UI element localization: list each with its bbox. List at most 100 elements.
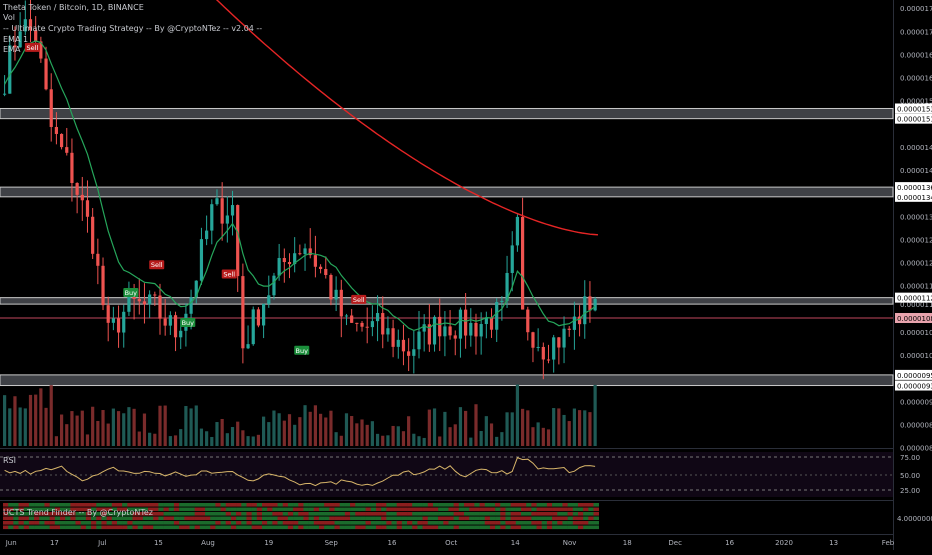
ucts-cell — [148, 525, 154, 530]
ucts-cell — [236, 503, 242, 507]
ucts-cell — [593, 503, 599, 507]
ucts-cell — [521, 516, 527, 521]
time-tick-label: 14 — [511, 539, 520, 547]
ucts-cell — [500, 525, 506, 530]
ucts-cell — [479, 521, 486, 525]
candle-body — [474, 322, 478, 337]
ucts-cell — [39, 525, 45, 530]
signal-sell-marker[interactable]: Sell — [221, 269, 237, 279]
candle-body — [386, 328, 390, 335]
ucts-cell — [13, 503, 19, 507]
price-tick-label: 0.00001000 — [900, 352, 932, 360]
volume-bar — [34, 394, 38, 446]
ucts-cell — [370, 525, 377, 530]
ucts-cell — [546, 507, 553, 512]
symbol-title: Theta Token / Bitcoin, 1D, BINANCE — [3, 3, 144, 12]
candle-body — [458, 309, 463, 339]
ucts-cell — [256, 516, 263, 521]
signal-sell-marker[interactable]: Sell — [351, 294, 367, 304]
ucts-cell — [572, 516, 579, 521]
ucts-cell — [453, 525, 460, 530]
volume-bar — [173, 435, 178, 446]
strategy-legend: -- Ultimate Crypto Trading Strategy -- B… — [3, 24, 263, 33]
volume-bar — [215, 422, 219, 446]
ucts-cell — [267, 516, 273, 521]
volume-bar — [303, 405, 307, 446]
volume-bar — [246, 436, 250, 446]
ucts-cell — [541, 507, 548, 512]
ucts-cell — [173, 516, 180, 521]
signal-sell-label: Sell — [151, 261, 163, 269]
candle-body — [381, 313, 385, 335]
chart-window[interactable]: SellBuySellBuySellBuySell0.000017500.000… — [0, 0, 932, 550]
ucts-cell — [386, 507, 392, 512]
ucts-cell — [236, 521, 242, 525]
ucts-cell — [593, 507, 599, 512]
ucts-cell — [557, 503, 563, 507]
ucts-cell — [567, 516, 574, 521]
ucts-cell — [432, 503, 439, 507]
ucts-cell — [80, 503, 87, 507]
ucts-cell — [318, 516, 325, 521]
ucts-cell — [241, 521, 247, 525]
ucts-cell — [308, 512, 315, 516]
candle-body — [49, 89, 53, 127]
price-tick-label: 0.00001150 — [900, 283, 932, 291]
trading-chart[interactable]: SellBuySellBuySellBuySell0.000017500.000… — [0, 0, 932, 550]
volume-bar — [375, 433, 380, 446]
signal-sell-marker[interactable]: Sell — [24, 42, 40, 52]
candle-body — [562, 328, 566, 348]
time-tick-label: 2020 — [775, 539, 793, 547]
candle-body — [375, 313, 380, 322]
ucts-cell — [49, 516, 56, 521]
ucts-cell — [370, 521, 377, 525]
ucts-cell — [8, 503, 14, 507]
ucts-cell — [375, 512, 382, 516]
ucts-cell — [75, 516, 81, 521]
ucts-cell — [521, 503, 527, 507]
ucts-cell — [479, 503, 486, 507]
ucts-cell — [412, 512, 418, 516]
ucts-cell — [577, 521, 584, 525]
ucts-cell — [365, 507, 372, 512]
ucts-cell — [479, 507, 486, 512]
ucts-cell — [365, 525, 372, 530]
ucts-cell — [163, 525, 170, 530]
signal-sell-marker[interactable]: Sell — [149, 260, 165, 270]
signal-buy-marker[interactable]: Buy — [294, 345, 310, 355]
ucts-cell — [3, 525, 9, 530]
ucts-cell — [422, 521, 429, 525]
volume-bar — [49, 385, 53, 446]
ucts-cell — [458, 516, 465, 521]
candle-body — [158, 295, 162, 319]
ucts-cell — [80, 525, 87, 530]
ucts-cell — [515, 503, 522, 507]
ucts-cell — [417, 516, 423, 521]
ucts-cell — [324, 516, 330, 521]
ucts-cell — [541, 525, 548, 530]
signal-buy-marker[interactable]: Buy — [123, 287, 139, 297]
ucts-cell — [401, 525, 408, 530]
signal-buy-label: Buy — [182, 319, 195, 327]
ucts-cell — [308, 521, 315, 525]
ucts-cell — [365, 512, 372, 516]
ucts-cell — [70, 521, 76, 525]
ucts-cell — [184, 521, 190, 525]
ucts-cell — [577, 525, 584, 530]
ucts-cell — [391, 503, 397, 507]
ucts-cell — [505, 521, 511, 525]
ucts-cell — [531, 521, 537, 525]
price-tick-label: 0.00001200 — [900, 260, 932, 268]
signal-buy-marker[interactable]: Buy — [180, 318, 196, 327]
ucts-cell — [298, 516, 304, 521]
ucts-cell — [375, 525, 382, 530]
ucts-cell — [458, 512, 465, 516]
ucts-cell — [546, 516, 553, 521]
ucts-cell — [344, 503, 351, 507]
price-tick-label: 0.00001250 — [900, 236, 932, 244]
ucts-cell — [225, 516, 232, 521]
ucts-cell — [153, 503, 159, 507]
ucts-cell — [70, 516, 76, 521]
volume-bar — [189, 408, 193, 446]
ucts-cell — [324, 512, 330, 516]
